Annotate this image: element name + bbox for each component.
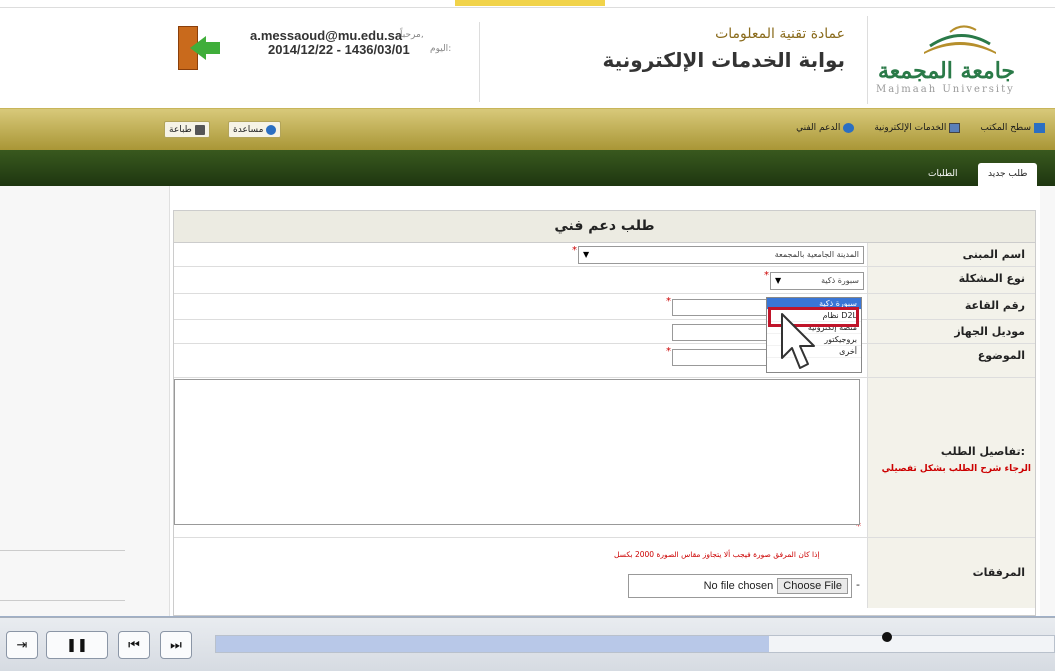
print-label: طباعة [169,124,192,135]
nav-desktop[interactable]: سطح المكتب [980,123,1045,133]
file-input[interactable]: No file chosen Choose File [628,574,852,598]
room-label: رقم القاعة [867,294,1035,319]
next-icon[interactable]: ⏭ [160,631,192,659]
file-status: No file chosen [703,580,774,592]
help-button[interactable]: مساعدة [228,121,282,138]
device-input[interactable] [672,324,770,341]
attachments-row: المرفقات إذا كان المرفق صورة فيجب ألا يت… [174,538,1035,608]
tab-new-request[interactable]: طلب جديد [978,163,1038,186]
portal-title: بوابة الخدمات الإلكترونية [602,48,845,72]
welcome-label: مرحباً, [400,30,424,40]
tab-requests[interactable]: الطلبات [918,163,968,186]
user-info: a.messaoud@mu.edu.sa مرحباً, 2014/12/22 … [170,22,480,102]
support-request-form: طلب دعم فني اسم المبنى ▼ المدينة الجامعي… [173,210,1036,616]
video-player-controls: ⇥ ❚❚ ⏮ ⏭ [0,617,1055,671]
top-border [0,0,1055,7]
university-logo[interactable]: جامعة المجمعة Majmaah University [867,16,1047,104]
printer-icon [194,124,205,135]
subject-label: الموضوع [867,344,1035,377]
help-icon [266,124,277,135]
details-label-cell: تفاصيل الطلب: الرجاء شرح الطلب بشكل تفصي… [867,378,1035,537]
right-panel [1040,186,1055,616]
nav-support[interactable]: الدعم الفني [796,123,855,133]
problem-select[interactable]: ▼ سبورة ذكية [770,272,864,290]
divider [0,550,125,551]
room-input[interactable] [672,299,770,316]
main-nav: سطح المكتب الخدمات الإلكترونية الدعم الف… [796,123,1045,133]
progress-bar[interactable] [215,635,1055,653]
help-label: مساعدة [233,124,264,135]
subject-input[interactable] [672,349,770,366]
building-value: المدينة الجامعية بالمجمعة [774,250,859,259]
site-header: a.messaoud@mu.edu.sa مرحباً, 2014/12/22 … [0,7,1055,108]
room-row: رقم القاعة * [174,294,1035,320]
university-name-en: Majmaah University [876,84,1015,95]
attachments-label: المرفقات [867,538,1035,608]
progress-fill [216,636,770,652]
separator: - [856,578,860,591]
left-panel [0,186,170,616]
deanship-name: عمادة تقنية المعلومات [715,26,845,42]
accent-strip [455,0,605,6]
building-row: اسم المبنى ▼ المدينة الجامعية بالمجمعة * [174,243,1035,267]
chevron-down-icon: ▼ [775,276,782,285]
pause-icon[interactable]: ❚❚ [46,631,108,659]
chevron-down-icon: ▼ [583,250,590,259]
exit-icon[interactable]: ⇥ [6,631,38,659]
mouse-cursor-icon [781,313,815,369]
book-logo-icon [924,25,996,54]
details-textarea[interactable] [174,379,860,525]
device-row: موديل الجهاز [174,320,1035,344]
attachment-note: إذا كان المرفق صورة فيجب ألا يتجاوز مقاس… [614,550,820,559]
logout-icon[interactable] [178,26,220,70]
required-mark: * [572,245,577,256]
building-select[interactable]: ▼ المدينة الجامعية بالمجمعة [578,246,864,264]
divider [0,600,125,601]
print-button[interactable]: طباعة [164,121,210,138]
problem-label: نوع المشكلة [867,267,1035,293]
required-mark: * [666,296,671,307]
required-mark: * [764,270,769,281]
choose-file-button[interactable]: Choose File [777,578,848,594]
university-name-ar: جامعة المجمعة [878,58,1016,84]
required-mark: * [666,346,671,357]
device-label: موديل الجهاز [867,320,1035,343]
support-icon [843,123,855,133]
current-date: 2014/12/22 - 1436/03/01 [268,42,410,57]
tab-bar: طلب جديد الطلبات [0,150,1055,186]
toolbar: طباعة مساعدة سطح المكتب الخدمات الإلكترو… [0,108,1055,150]
problem-value: سبورة ذكية [821,276,859,285]
nav-eservices[interactable]: الخدمات الإلكترونية [874,123,961,133]
services-icon [949,123,961,133]
details-hint: الرجاء شرح الطلب بشكل تفصيلي [881,464,1031,474]
today-label: اليوم: [430,44,452,54]
subject-row: الموضوع * [174,344,1035,378]
desktop-icon [1034,123,1045,133]
form-title: طلب دعم فني [174,211,1035,243]
previous-icon[interactable]: ⏮ [118,631,150,659]
problem-row: نوع المشكلة ▼ سبورة ذكية * [174,267,1035,294]
user-email: a.messaoud@mu.edu.sa [250,28,403,43]
building-label: اسم المبنى [867,243,1035,266]
